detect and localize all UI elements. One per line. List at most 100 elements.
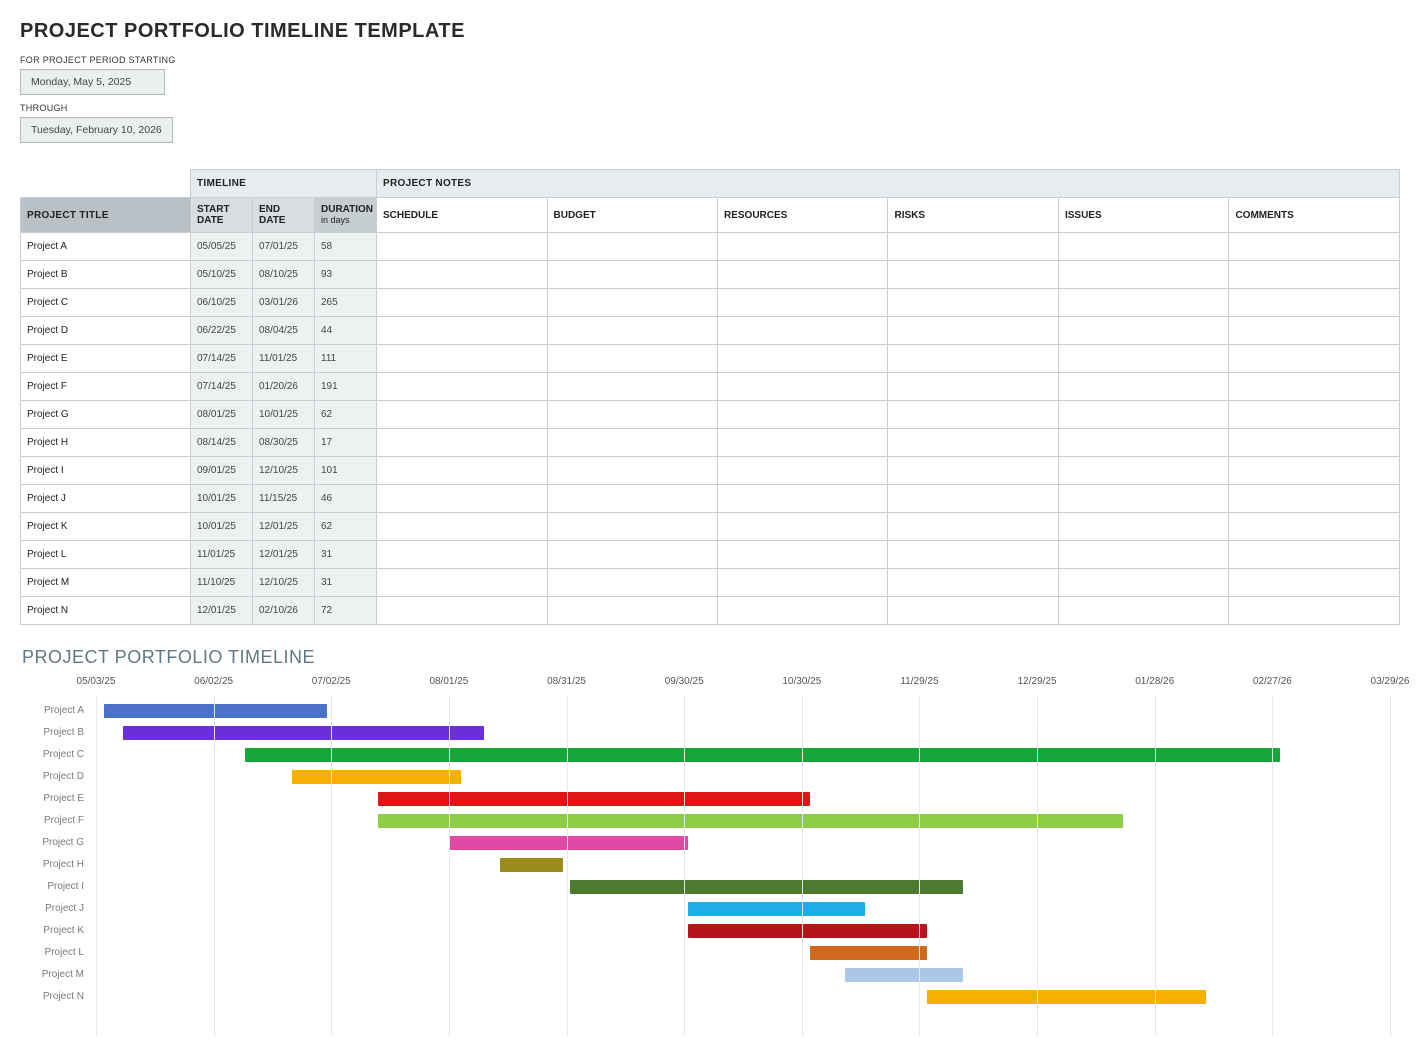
cell-schedule[interactable] bbox=[377, 289, 547, 317]
cell-issues[interactable] bbox=[1058, 429, 1228, 457]
cell-end-date[interactable]: 07/01/25 bbox=[253, 233, 315, 261]
cell-risks[interactable] bbox=[888, 429, 1058, 457]
cell-start-date[interactable]: 06/22/25 bbox=[191, 317, 253, 345]
cell-issues[interactable] bbox=[1058, 569, 1228, 597]
cell-comments[interactable] bbox=[1229, 513, 1400, 541]
cell-schedule[interactable] bbox=[377, 597, 547, 625]
cell-resources[interactable] bbox=[717, 485, 887, 513]
cell-end-date[interactable]: 11/15/25 bbox=[253, 485, 315, 513]
cell-resources[interactable] bbox=[717, 597, 887, 625]
cell-schedule[interactable] bbox=[377, 401, 547, 429]
cell-resources[interactable] bbox=[717, 345, 887, 373]
cell-end-date[interactable]: 02/10/26 bbox=[253, 597, 315, 625]
cell-issues[interactable] bbox=[1058, 317, 1228, 345]
cell-comments[interactable] bbox=[1229, 261, 1400, 289]
cell-end-date[interactable]: 12/10/25 bbox=[253, 569, 315, 597]
cell-budget[interactable] bbox=[547, 373, 717, 401]
cell-budget[interactable] bbox=[547, 261, 717, 289]
cell-comments[interactable] bbox=[1229, 569, 1400, 597]
cell-risks[interactable] bbox=[888, 597, 1058, 625]
cell-schedule[interactable] bbox=[377, 485, 547, 513]
cell-start-date[interactable]: 07/14/25 bbox=[191, 373, 253, 401]
cell-schedule[interactable] bbox=[377, 429, 547, 457]
cell-schedule[interactable] bbox=[377, 569, 547, 597]
cell-start-date[interactable]: 08/14/25 bbox=[191, 429, 253, 457]
cell-start-date[interactable]: 12/01/25 bbox=[191, 597, 253, 625]
cell-risks[interactable] bbox=[888, 569, 1058, 597]
cell-risks[interactable] bbox=[888, 541, 1058, 569]
cell-issues[interactable] bbox=[1058, 401, 1228, 429]
cell-end-date[interactable]: 01/20/26 bbox=[253, 373, 315, 401]
cell-end-date[interactable]: 11/01/25 bbox=[253, 345, 315, 373]
cell-resources[interactable] bbox=[717, 317, 887, 345]
cell-schedule[interactable] bbox=[377, 541, 547, 569]
cell-comments[interactable] bbox=[1229, 317, 1400, 345]
cell-issues[interactable] bbox=[1058, 289, 1228, 317]
cell-risks[interactable] bbox=[888, 317, 1058, 345]
cell-risks[interactable] bbox=[888, 457, 1058, 485]
cell-schedule[interactable] bbox=[377, 513, 547, 541]
cell-issues[interactable] bbox=[1058, 233, 1228, 261]
cell-project-title[interactable]: Project C bbox=[21, 289, 191, 317]
cell-resources[interactable] bbox=[717, 401, 887, 429]
cell-start-date[interactable]: 11/10/25 bbox=[191, 569, 253, 597]
cell-budget[interactable] bbox=[547, 345, 717, 373]
cell-resources[interactable] bbox=[717, 541, 887, 569]
cell-issues[interactable] bbox=[1058, 513, 1228, 541]
cell-risks[interactable] bbox=[888, 373, 1058, 401]
cell-issues[interactable] bbox=[1058, 261, 1228, 289]
cell-start-date[interactable]: 08/01/25 bbox=[191, 401, 253, 429]
cell-issues[interactable] bbox=[1058, 373, 1228, 401]
cell-budget[interactable] bbox=[547, 401, 717, 429]
cell-resources[interactable] bbox=[717, 457, 887, 485]
cell-project-title[interactable]: Project A bbox=[21, 233, 191, 261]
cell-issues[interactable] bbox=[1058, 457, 1228, 485]
cell-comments[interactable] bbox=[1229, 485, 1400, 513]
cell-comments[interactable] bbox=[1229, 429, 1400, 457]
cell-end-date[interactable]: 12/01/25 bbox=[253, 513, 315, 541]
cell-project-title[interactable]: Project E bbox=[21, 345, 191, 373]
cell-project-title[interactable]: Project J bbox=[21, 485, 191, 513]
cell-issues[interactable] bbox=[1058, 597, 1228, 625]
cell-comments[interactable] bbox=[1229, 457, 1400, 485]
cell-issues[interactable] bbox=[1058, 345, 1228, 373]
cell-comments[interactable] bbox=[1229, 289, 1400, 317]
cell-schedule[interactable] bbox=[377, 373, 547, 401]
cell-start-date[interactable]: 10/01/25 bbox=[191, 485, 253, 513]
cell-risks[interactable] bbox=[888, 233, 1058, 261]
cell-end-date[interactable]: 08/30/25 bbox=[253, 429, 315, 457]
cell-schedule[interactable] bbox=[377, 317, 547, 345]
cell-start-date[interactable]: 05/10/25 bbox=[191, 261, 253, 289]
cell-risks[interactable] bbox=[888, 401, 1058, 429]
cell-issues[interactable] bbox=[1058, 485, 1228, 513]
cell-end-date[interactable]: 08/04/25 bbox=[253, 317, 315, 345]
cell-start-date[interactable]: 10/01/25 bbox=[191, 513, 253, 541]
cell-comments[interactable] bbox=[1229, 401, 1400, 429]
cell-start-date[interactable]: 11/01/25 bbox=[191, 541, 253, 569]
cell-comments[interactable] bbox=[1229, 373, 1400, 401]
cell-project-title[interactable]: Project I bbox=[21, 457, 191, 485]
cell-end-date[interactable]: 10/01/25 bbox=[253, 401, 315, 429]
cell-start-date[interactable]: 05/05/25 bbox=[191, 233, 253, 261]
cell-risks[interactable] bbox=[888, 261, 1058, 289]
cell-budget[interactable] bbox=[547, 233, 717, 261]
cell-project-title[interactable]: Project M bbox=[21, 569, 191, 597]
cell-comments[interactable] bbox=[1229, 233, 1400, 261]
cell-budget[interactable] bbox=[547, 429, 717, 457]
cell-issues[interactable] bbox=[1058, 541, 1228, 569]
cell-risks[interactable] bbox=[888, 513, 1058, 541]
cell-resources[interactable] bbox=[717, 289, 887, 317]
cell-start-date[interactable]: 07/14/25 bbox=[191, 345, 253, 373]
cell-comments[interactable] bbox=[1229, 541, 1400, 569]
cell-budget[interactable] bbox=[547, 513, 717, 541]
cell-project-title[interactable]: Project G bbox=[21, 401, 191, 429]
cell-end-date[interactable]: 08/10/25 bbox=[253, 261, 315, 289]
cell-risks[interactable] bbox=[888, 485, 1058, 513]
period-start-input[interactable]: Monday, May 5, 2025 bbox=[20, 69, 165, 95]
cell-schedule[interactable] bbox=[377, 457, 547, 485]
cell-resources[interactable] bbox=[717, 569, 887, 597]
cell-budget[interactable] bbox=[547, 569, 717, 597]
cell-budget[interactable] bbox=[547, 541, 717, 569]
cell-comments[interactable] bbox=[1229, 345, 1400, 373]
cell-project-title[interactable]: Project F bbox=[21, 373, 191, 401]
